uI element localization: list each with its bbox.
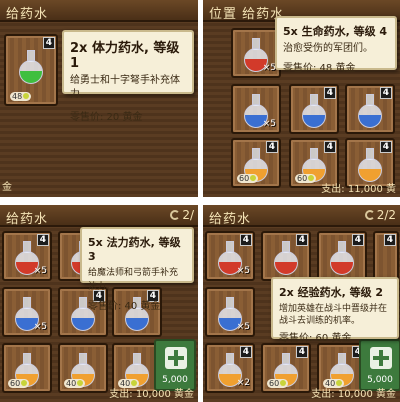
potion-slot-orange[interactable]: 4 60 <box>261 343 311 393</box>
potion-slot-red[interactable]: 4 <box>261 231 311 281</box>
potion-slot-blue[interactable]: ×5 <box>205 287 255 337</box>
page-counter: 2/ <box>170 208 194 222</box>
potion-slot-blue[interactable]: 4 <box>112 287 162 337</box>
potion-slot-orange[interactable]: 4 ×2 <box>205 343 255 393</box>
blue-potion-icon <box>358 94 382 128</box>
add-potion-button[interactable]: 5,000 <box>359 339 400 391</box>
potion-slot-blue[interactable]: ×5 <box>231 84 281 134</box>
add-button-price: 5,000 <box>162 375 188 385</box>
potion-slot-red[interactable]: 4 <box>373 231 399 281</box>
add-button-price: 5,000 <box>367 375 393 385</box>
tooltip-sale-price: 零售价: 60 黄金 <box>279 333 352 344</box>
tooltip-sale-price: 零售价: 48 黄金 <box>283 63 356 74</box>
potion-slot-blue[interactable]: 4 <box>289 84 339 134</box>
price-tag: 60 <box>295 174 317 183</box>
potion-tooltip: 2x 体力药水, 等级 1 给勇士和十字弩手补充体力。 零售价: 20 黄金 <box>62 30 194 123</box>
shop-panel-experience: 给药水 2/2 4 ×5 4 4 4 ×5 4 ×2 4 60 4 40 5,0… <box>203 205 400 402</box>
potion-slot-blue[interactable]: ×5 <box>2 287 52 337</box>
shop-panel-stamina: 给药水 4 48 2x 体力药水, 等级 1 给勇士和十字弩手补充体力。 零售价… <box>0 0 198 197</box>
add-potion-button[interactable]: 5,000 <box>154 339 196 391</box>
price-tag: 60 <box>8 379 30 388</box>
potion-slot-red[interactable]: ×5 <box>231 28 281 78</box>
potion-tooltip: 5x 生命药水, 等级 4 治愈受伤的军团们。 零售价: 48 黄金 <box>275 16 397 74</box>
potion-slot-stamina[interactable]: 4 48 <box>4 34 58 106</box>
green-potion-icon <box>19 50 43 84</box>
quantity-label: ×5 <box>236 322 250 332</box>
level-badge: 4 <box>383 234 396 246</box>
spending-footer: 支出: 10,000 黄金 <box>109 389 194 400</box>
spending-footer: 支出: 10,000 黄金 <box>311 389 396 400</box>
quantity-label: ×5 <box>262 119 276 129</box>
level-badge: 4 <box>42 37 55 49</box>
potion-slot-red[interactable]: 4 <box>317 231 367 281</box>
shop-panel-mana: 给药水 2/ 4 ×5 4 ×5 4 4 60 40 <box>0 205 198 402</box>
potion-slot-red[interactable]: 4 ×5 <box>205 231 255 281</box>
quantity-label: ×2 <box>236 378 250 388</box>
panel-title-bar: 给药水 2/2 <box>203 205 400 227</box>
potion-slot-orange[interactable]: 60 <box>2 343 52 393</box>
screenshot-collage: 给药水 4 48 2x 体力药水, 等级 1 给勇士和十字弩手补充体力。 零售价… <box>0 0 400 402</box>
shop-panel-health: 位置 给药水 ×5 ×5 4 4 4 60 4 60 4 5x 生命药水, 等级… <box>203 0 400 197</box>
price-tag: 60 <box>237 174 259 183</box>
panel-title: 位置 给药水 <box>209 7 285 22</box>
red-potion-icon <box>274 241 298 275</box>
potion-slot-blue[interactable]: 4 <box>345 84 395 134</box>
tooltip-description: 增加英雄在战斗中晋级并在战斗去训练的机率。 <box>279 304 388 326</box>
tooltip-description: 给勇士和十字弩手补充体力。 <box>70 75 180 100</box>
panel-title-bar: 给药水 <box>0 0 198 22</box>
quantity-label: ×5 <box>236 266 250 276</box>
price-tag: 40 <box>64 379 86 388</box>
panel-title: 给药水 <box>209 212 252 227</box>
tooltip-title: 2x 经验药水, 等级 2 <box>279 286 384 299</box>
price-tag: 60 <box>267 379 289 388</box>
tooltip-title: 2x 体力药水, 等级 1 <box>70 41 180 71</box>
quantity-label: ×5 <box>33 322 47 332</box>
potion-slot-red[interactable]: 4 ×5 <box>2 231 52 281</box>
tooltip-description: 治愈受伤的军团们。 <box>283 43 373 54</box>
panel-title-bar: 给药水 2/ <box>0 205 198 227</box>
potion-tooltip: 5x 法力药水, 等级 3 给魔法师和弓箭手补充法力。 零售价: 40 黄金 <box>80 227 194 312</box>
footer-fragment: 金 <box>2 182 12 193</box>
page-counter: 2/2 <box>364 208 396 222</box>
panel-title: 给药水 <box>6 212 49 227</box>
plus-icon <box>370 347 392 369</box>
tooltip-sale-price: 零售价: 20 黄金 <box>70 112 143 123</box>
price-tag: 48 <box>10 92 32 101</box>
quantity-label: ×5 <box>262 63 276 73</box>
orange-potion-icon <box>358 148 382 182</box>
spending-footer: 支出: 11,000 黄 <box>321 184 396 195</box>
tooltip-description: 给魔法师和弓箭手补充法力。 <box>88 268 179 292</box>
panel-title: 给药水 <box>6 7 49 22</box>
potion-slot-orange[interactable]: 40 <box>58 343 108 393</box>
potion-tooltip: 2x 经验药水, 等级 2 增加英雄在战斗中晋级并在战斗去训练的机率。 零售价:… <box>271 277 399 344</box>
tooltip-sale-price: 零售价: 40 黄金 <box>88 301 161 312</box>
red-potion-icon <box>330 241 354 275</box>
potion-slot-orange[interactable]: 4 60 <box>231 138 281 188</box>
blue-potion-icon <box>302 94 326 128</box>
tooltip-title: 5x 法力药水, 等级 3 <box>88 236 181 263</box>
plus-icon <box>165 347 187 369</box>
quantity-label: ×5 <box>33 266 47 276</box>
potion-slot-blue[interactable]: 4 <box>58 287 108 337</box>
tooltip-title: 5x 生命药水, 等级 4 <box>283 25 388 38</box>
